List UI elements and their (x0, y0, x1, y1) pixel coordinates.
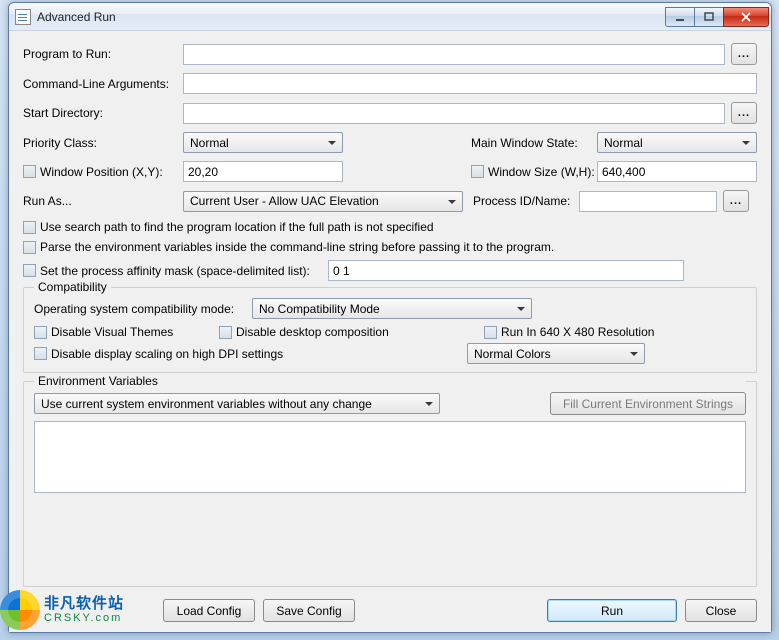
close-app-button[interactable]: Close (685, 599, 757, 622)
disable-themes-checkbox[interactable] (34, 326, 47, 339)
mainwin-value: Normal (604, 136, 643, 150)
run-button[interactable]: Run (547, 599, 677, 622)
runas-value: Current User - Allow UAC Elevation (190, 194, 379, 208)
startdir-browse-button[interactable]: ... (731, 102, 757, 124)
disable-dpi-label: Disable display scaling on high DPI sett… (51, 347, 467, 361)
colors-select[interactable]: Normal Colors (467, 343, 645, 364)
affinity-input[interactable] (328, 260, 684, 281)
program-label: Program to Run: (23, 47, 183, 61)
affinity-checkbox[interactable] (23, 264, 36, 277)
save-config-button[interactable]: Save Config (263, 599, 355, 622)
window-controls (666, 7, 769, 27)
winsize-input[interactable] (597, 161, 757, 182)
app-icon (15, 9, 31, 25)
parseenv-label: Parse the environment variables inside t… (40, 240, 554, 254)
compatmode-value: No Compatibility Mode (259, 302, 380, 316)
run-640-checkbox[interactable] (484, 326, 497, 339)
titlebar[interactable]: Advanced Run (9, 3, 771, 31)
args-input[interactable] (183, 73, 757, 94)
runas-select[interactable]: Current User - Allow UAC Elevation (183, 191, 463, 212)
run-640-label: Run In 640 X 480 Resolution (501, 325, 654, 339)
priority-label: Priority Class: (23, 136, 183, 150)
parseenv-checkbox[interactable] (23, 241, 36, 254)
mainwin-select[interactable]: Normal (597, 132, 757, 153)
colors-value: Normal Colors (474, 347, 551, 361)
close-button[interactable] (723, 7, 769, 27)
disable-dpi-checkbox[interactable] (34, 347, 47, 360)
env-group: Environment Variables Use current system… (23, 381, 757, 587)
minimize-button[interactable] (665, 7, 695, 27)
priority-value: Normal (190, 136, 229, 150)
procid-browse-button[interactable]: ... (723, 190, 749, 212)
winpos-label: Window Position (X,Y): (40, 165, 183, 179)
fill-env-button[interactable]: Fill Current Environment Strings (550, 392, 746, 415)
client-area: Program to Run: ... Command-Line Argumen… (9, 31, 771, 632)
procid-input[interactable] (579, 191, 717, 212)
bottom-bar: Load Config Save Config Run Close (23, 599, 757, 622)
disable-composition-label: Disable desktop composition (236, 325, 484, 339)
env-select[interactable]: Use current system environment variables… (34, 393, 440, 414)
winsize-label: Window Size (W,H): (488, 165, 597, 179)
mainwin-label: Main Window State: (471, 136, 597, 150)
startdir-label: Start Directory: (23, 106, 183, 120)
disable-themes-label: Disable Visual Themes (51, 325, 219, 339)
window-title: Advanced Run (37, 10, 666, 24)
env-value: Use current system environment variables… (41, 397, 372, 411)
env-textarea[interactable] (34, 421, 746, 493)
runas-label: Run As... (23, 194, 183, 208)
compatibility-title: Compatibility (34, 280, 111, 294)
searchpath-label: Use search path to find the program loca… (40, 220, 434, 234)
disable-composition-checkbox[interactable] (219, 326, 232, 339)
load-config-button[interactable]: Load Config (163, 599, 255, 622)
compatmode-select[interactable]: No Compatibility Mode (252, 298, 532, 319)
program-input[interactable] (183, 44, 725, 65)
startdir-input[interactable] (183, 103, 725, 124)
searchpath-checkbox[interactable] (23, 221, 36, 234)
priority-select[interactable]: Normal (183, 132, 343, 153)
winpos-checkbox[interactable] (23, 165, 36, 178)
affinity-label: Set the process affinity mask (space-del… (40, 264, 328, 278)
compatmode-label: Operating system compatibility mode: (34, 302, 252, 316)
procid-label: Process ID/Name: (473, 194, 579, 208)
env-title: Environment Variables (34, 374, 746, 388)
compatibility-group: Compatibility Operating system compatibi… (23, 287, 757, 373)
maximize-button[interactable] (694, 7, 724, 27)
winpos-input[interactable] (183, 161, 343, 182)
args-label: Command-Line Arguments: (23, 77, 183, 91)
program-browse-button[interactable]: ... (731, 43, 757, 65)
app-window: Advanced Run Program to Run: ... Command… (8, 2, 772, 633)
winsize-checkbox[interactable] (471, 165, 484, 178)
